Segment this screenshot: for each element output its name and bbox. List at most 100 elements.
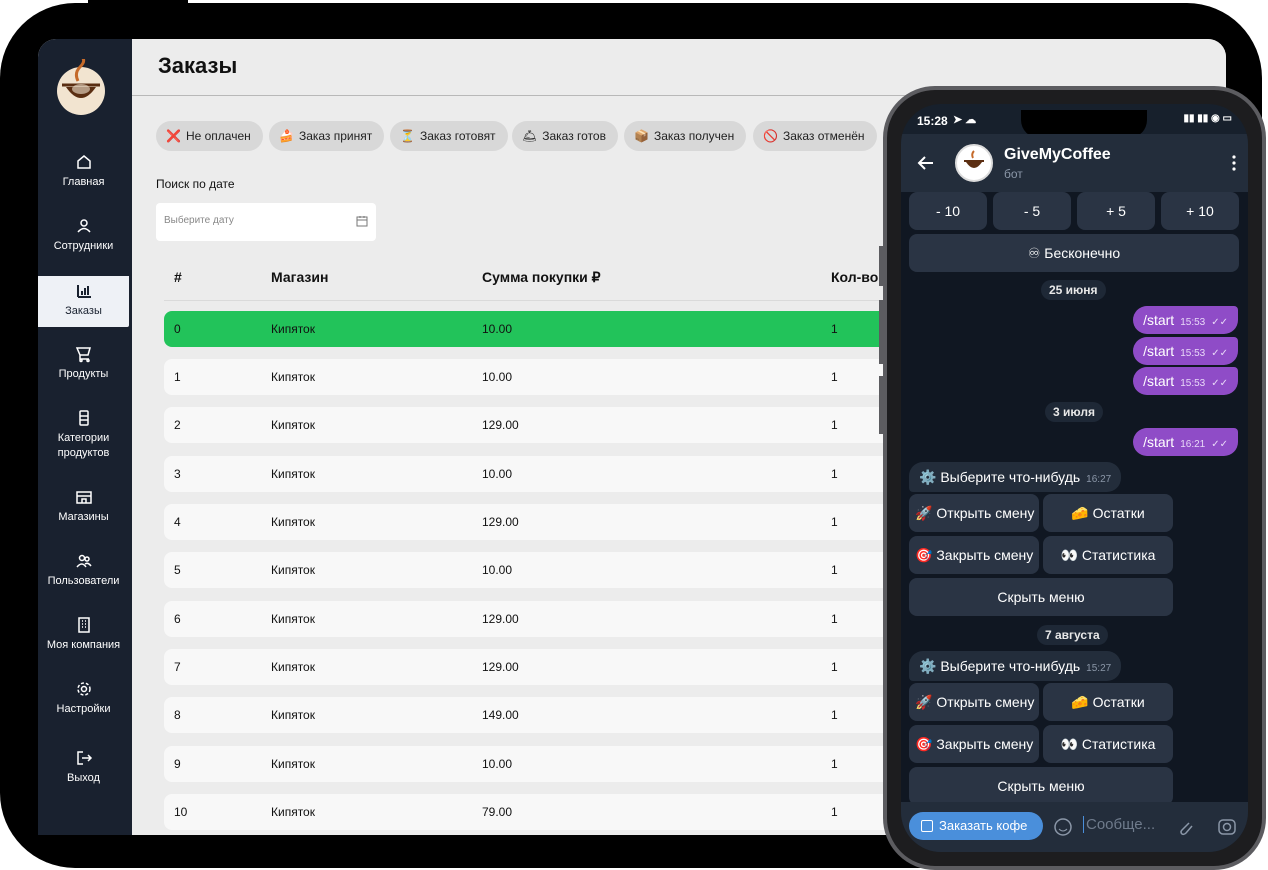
nav-item-logout[interactable]: Выход [38,749,129,801]
phone-frame: 15:28 ➤ ☁ ▮▮ ▮▮ ◉ ▭ GiveMyCoffee бот - 1… [883,86,1266,870]
filter-chip-accepted[interactable]: 🍰 Заказ принят [269,121,385,151]
nav-label: Магазины [58,511,109,523]
incoming-message: ⚙️ Выберите что-нибудь 15:27 [909,651,1122,681]
package-icon: 📦 [634,129,649,143]
phone-side-button [879,300,883,364]
plus-5-button[interactable]: + 5 [1077,192,1155,230]
phone-side-button [879,376,883,434]
order-coffee-button[interactable]: Заказать кофе [909,812,1043,840]
nav-label: Моя компания [46,639,121,651]
search-label: Поиск по дате [156,177,235,191]
nav-item-settings[interactable]: Настройки [38,680,129,732]
coffee-logo-icon [56,55,106,117]
minus-5-button[interactable]: - 5 [993,192,1071,230]
bot-name: GiveMyCoffee [1004,146,1111,163]
hide-menu-button[interactable]: Скрыть меню [909,578,1173,616]
date-separator: 3 июля [1045,402,1103,422]
users-icon [75,217,93,235]
open-shift-button[interactable]: 🚀 Открыть смену [909,683,1039,721]
store-icon [75,488,93,506]
home-icon [75,153,93,171]
double-check-icon: ✓✓ [1211,348,1228,359]
phone-side-button [879,246,883,286]
logout-icon [75,749,93,767]
date-separator: 7 августа [1037,625,1108,645]
open-shift-button[interactable]: 🚀 Открыть смену [909,494,1039,532]
stats-button[interactable]: 👀 Статистика [1043,536,1173,574]
close-shift-button[interactable]: 🎯 Закрыть смену [909,536,1039,574]
message-composer: Заказать кофе Сообще... [901,802,1248,852]
telegram-status-icon: ➤ ☁ [953,114,977,126]
close-shift-button[interactable]: 🎯 Закрыть смену [909,725,1039,763]
cart-icon [75,345,93,363]
gear-icon [75,680,93,698]
nav-label: Сотрудники [53,240,114,252]
chat-area: - 10 - 5 + 5 + 10 ♾ Бесконечно 25 июня /… [901,192,1248,805]
calendar-icon[interactable] [356,215,368,227]
window-icon [921,820,933,832]
hide-menu-button[interactable]: Скрыть меню [909,767,1173,805]
nav-label: Категории продуктов [57,432,110,459]
nav-item-products[interactable]: Продукты [38,345,129,397]
telegram-screen: 15:28 ➤ ☁ ▮▮ ▮▮ ◉ ▭ GiveMyCoffee бот - 1… [901,104,1248,852]
category-icon [75,409,93,427]
date-separator: 25 июня [1041,280,1106,300]
filter-chip-preparing[interactable]: ⏳ Заказ готовят [390,121,508,151]
chat-header: GiveMyCoffee бот [901,134,1248,192]
col-header-store: Магазин [271,269,329,285]
cross-icon: ❌ [166,129,181,143]
nav-item-categories[interactable]: Категории продуктов [38,409,129,465]
remains-button[interactable]: 🧀 Остатки [1043,683,1173,721]
filter-chip-cancelled[interactable]: 🚫 Заказ отменён [753,121,877,151]
signal-battery-icon: ▮▮ ▮▮ ◉ ▭ [1183,113,1232,124]
bot-subtitle: бот [1004,167,1023,181]
double-check-icon: ✓✓ [1211,439,1228,450]
paperclip-icon[interactable] [1175,817,1195,837]
nav-item-employees[interactable]: Сотрудники [38,217,129,269]
page-title: Заказы [158,53,238,78]
outgoing-message: /start 15:53 ✓✓ [1133,306,1238,334]
nav-label: Выход [67,772,100,784]
nav-item-orders[interactable]: Заказы [38,276,129,327]
emoji-icon[interactable] [1053,817,1073,837]
back-arrow-icon[interactable] [917,154,935,172]
bell-icon: 🛎 [522,129,538,143]
status-bar: 15:28 ➤ ☁ ▮▮ ▮▮ ◉ ▭ [901,104,1248,138]
infinite-button[interactable]: ♾ Бесконечно [909,234,1239,272]
bot-avatar[interactable] [955,144,993,182]
outgoing-message: /start 16:21 ✓✓ [1133,428,1238,456]
nav-label: Настройки [56,703,111,715]
stats-button[interactable]: 👀 Статистика [1043,725,1173,763]
remains-button[interactable]: 🧀 Остатки [1043,494,1173,532]
filter-chip-ready[interactable]: 🛎 Заказ готов [512,121,618,151]
hourglass-icon: ⏳ [400,129,415,143]
outgoing-message: /start 15:53 ✓✓ [1133,367,1238,395]
prohibited-icon: 🚫 [763,129,778,143]
nav-label: Пользователи [47,575,120,587]
nav-item-home[interactable]: Главная [38,153,129,205]
nav-item-users[interactable]: Пользователи [38,552,129,604]
more-options-icon[interactable] [1232,154,1236,172]
message-input[interactable]: Сообще... [1083,816,1155,833]
double-check-icon: ✓✓ [1211,378,1228,389]
col-header-qty: Кол-во [831,269,879,285]
date-search-input[interactable]: Выберите дату [156,203,376,241]
nav-item-stores[interactable]: Магазины [38,488,129,540]
minus-10-button[interactable]: - 10 [909,192,987,230]
filter-chip-received[interactable]: 📦 Заказ получен [624,121,747,151]
col-header-number: # [174,269,182,285]
bar-chart-icon [75,282,93,300]
cake-icon: 🍰 [279,129,294,143]
camera-icon[interactable] [1217,817,1237,837]
plus-10-button[interactable]: + 10 [1161,192,1239,230]
outgoing-message: /start 15:53 ✓✓ [1133,337,1238,365]
nav-label: Продукты [58,368,109,380]
nav-label: Заказы [65,305,102,317]
incoming-message: ⚙️ Выберите что-нибудь 16:27 [909,462,1122,492]
user-group-icon [75,552,93,570]
filter-chip-unpaid[interactable]: ❌ Не оплачен [156,121,263,151]
double-check-icon: ✓✓ [1211,317,1228,328]
nav-item-company[interactable]: Моя компания [38,616,129,668]
col-header-sum: Сумма покупки ₽ [482,269,601,285]
building-icon [75,616,93,634]
